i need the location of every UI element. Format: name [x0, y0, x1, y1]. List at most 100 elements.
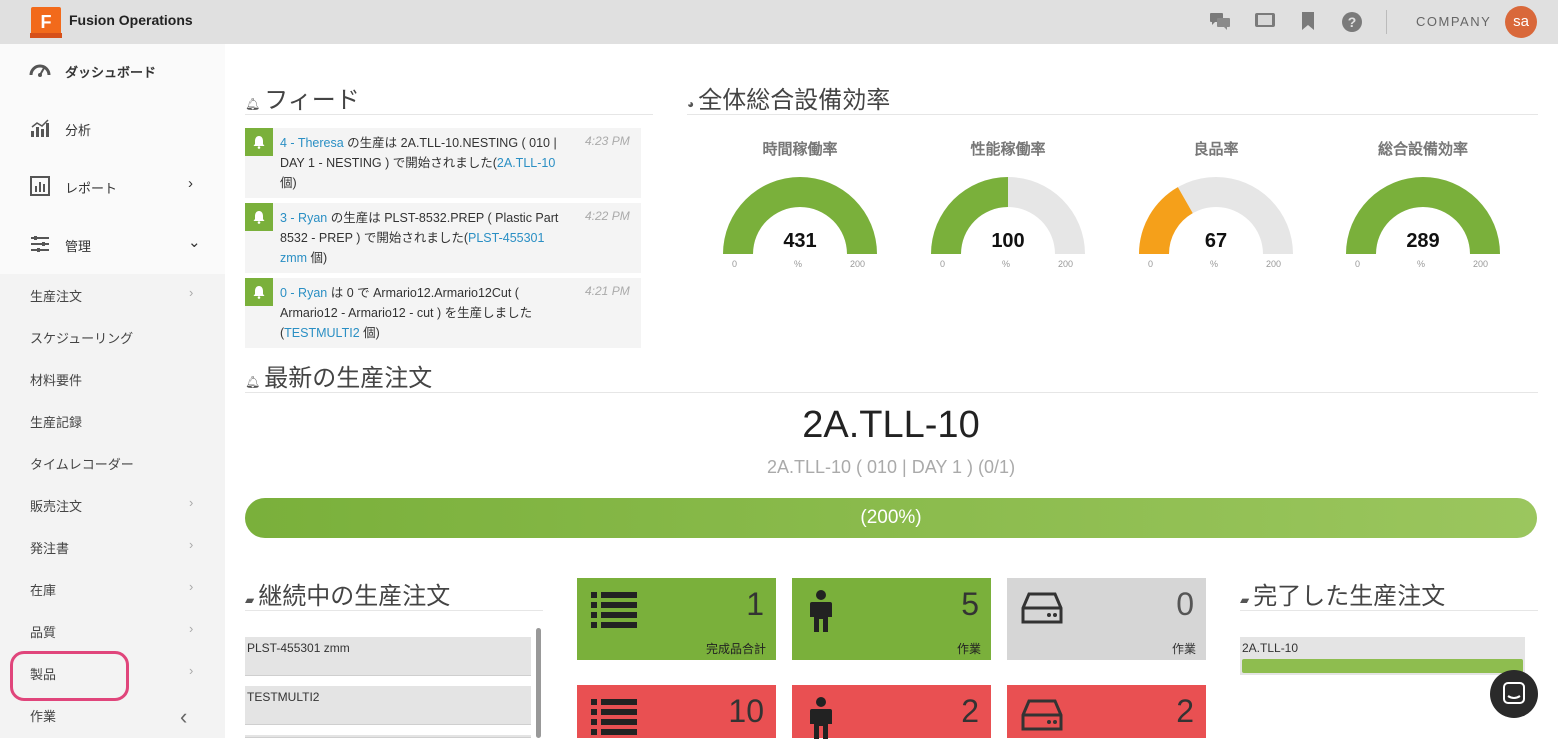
user-avatar[interactable]: sa	[1505, 6, 1537, 38]
bell-icon: 🔔︎	[245, 375, 261, 389]
gauge-label: 総合設備効率	[1377, 141, 1468, 158]
latest-order-detail: 2A.TLL-10 ( 010 | DAY 1 ) (0/1)	[766, 457, 1016, 477]
gauge-unit: %	[1417, 259, 1426, 269]
feed-time: 4:23 PM	[585, 134, 630, 148]
sidebar-item-material-requirements[interactable]: 材料要件	[0, 358, 225, 398]
gauge-min: 0	[1355, 259, 1361, 269]
bell-icon: 🔔︎	[245, 97, 261, 111]
ongoing-order-item[interactable]: TESTMULTI2	[245, 686, 531, 725]
feed-item: 4 - Theresa の生産は 2A.TLL-10.NESTING ( 010…	[245, 128, 641, 198]
oee-heading: ◕ 全体総合設備効率	[687, 87, 891, 114]
latest-order-id[interactable]: 2A.TLL-10	[245, 404, 1537, 447]
list-icon	[591, 697, 639, 742]
user-link[interactable]: 0 - Ryan	[280, 286, 327, 300]
sidebar-item-label: タイムレコーダー	[30, 457, 134, 472]
app-logo[interactable]: F	[30, 7, 62, 38]
tile-red-person[interactable]: 2	[792, 685, 991, 739]
analytics-icon	[29, 117, 51, 139]
sidebar-item-time-recorder[interactable]: タイムレコーダー	[0, 442, 225, 482]
sidebar-item-analytics[interactable]: 分析	[0, 104, 225, 154]
gauge-label: 時間稼働率	[762, 141, 838, 158]
tile-label: 作業	[1171, 642, 1196, 656]
latest-order-heading: 🔔︎ 最新の生産注文	[245, 365, 433, 392]
gauge-value: 431	[783, 230, 817, 252]
settings-sliders-icon	[29, 233, 51, 255]
tile-number: 0	[1176, 586, 1194, 622]
gauge-min: 0	[940, 259, 946, 269]
chevron-right-icon: ›	[189, 579, 194, 594]
feed-time: 4:21 PM	[585, 284, 630, 298]
tile-workstations[interactable]: 0 作業	[1007, 578, 1206, 660]
svg-text:?: ?	[1348, 14, 1357, 30]
sidebar-item-label: 分析	[65, 123, 92, 138]
gauge-unit: %	[794, 259, 803, 269]
sidebar-item-sales-orders[interactable]: 販売注文 ›	[0, 484, 225, 524]
folder-icon: ▰	[245, 593, 255, 607]
sidebar-item-label: 発注書	[30, 541, 70, 556]
app-title[interactable]: Fusion Operations	[69, 12, 193, 28]
sidebar-item-inventory[interactable]: 在庫 ›	[0, 568, 225, 608]
bookmark-icon[interactable]	[1297, 11, 1319, 33]
sidebar-item-label: 生産記録	[30, 415, 83, 430]
tile-operators[interactable]: 5 作業	[792, 578, 991, 660]
order-link[interactable]: 2A.TLL-10	[497, 156, 555, 170]
tablet-icon[interactable]	[1254, 11, 1276, 33]
chevron-right-icon: ›	[189, 495, 194, 510]
completed-progress-bar	[1242, 659, 1523, 673]
sidebar-item-label: 在庫	[30, 583, 57, 598]
gauge-unit: %	[1002, 259, 1011, 269]
gauge-max: 200	[850, 259, 866, 269]
chat-icon[interactable]	[1209, 11, 1231, 33]
sidebar: ダッシュボード 分析 レポート › 管理 ⌄ 生産注文 › スケジューリング 材料…	[0, 44, 225, 738]
feed-item: 3 - Ryan の生産は PLST-8532.PREP ( Plastic P…	[245, 203, 641, 273]
company-label[interactable]: COMPANY	[1416, 14, 1491, 29]
highlight-annotation	[10, 651, 129, 701]
chevron-right-icon: ›	[189, 537, 194, 552]
tile-finished-goods-total[interactable]: 1 完成品合計	[577, 578, 776, 660]
sidebar-item-production-records[interactable]: 生産記録	[0, 400, 225, 440]
sidebar-item-production-orders[interactable]: 生産注文 ›	[0, 274, 225, 314]
feed-item: 0 - Ryan は 0 で Armario12.Armario12Cut ( …	[245, 278, 641, 348]
sidebar-item-purchase-orders[interactable]: 発注書 ›	[0, 526, 225, 566]
user-link[interactable]: 4 - Theresa	[280, 136, 344, 150]
help-icon[interactable]: ?	[1341, 11, 1363, 33]
sidebar-item-scheduling[interactable]: スケジューリング	[0, 316, 225, 356]
feed-time: 4:22 PM	[585, 209, 630, 223]
gauge-quality: 良品率 67 0 % 200	[1136, 138, 1296, 278]
completed-order-item[interactable]: 2A.TLL-10	[1240, 637, 1525, 675]
support-chat-button[interactable]	[1490, 670, 1538, 718]
sidebar-item-admin[interactable]: 管理 ⌄	[0, 220, 225, 270]
tile-label: 作業	[956, 642, 981, 656]
chat-bubble-icon	[1503, 682, 1525, 704]
latest-order-progress: (200%)	[245, 498, 1537, 538]
sidebar-item-quality[interactable]: 品質 ›	[0, 610, 225, 650]
order-link[interactable]: TESTMULTI2	[284, 326, 359, 340]
person-icon	[806, 590, 836, 639]
topbar-divider	[1386, 10, 1387, 34]
chevron-right-icon: ›	[189, 663, 194, 678]
tile-number: 1	[746, 586, 764, 622]
sidebar-item-label: レポート	[65, 181, 118, 196]
feed-text: 0 - Ryan は 0 で Armario12.Armario12Cut ( …	[280, 286, 533, 340]
report-icon	[29, 175, 51, 197]
gauge-unit: %	[1210, 259, 1219, 269]
sidebar-item-reports[interactable]: レポート ›	[0, 162, 225, 212]
user-link[interactable]: 3 - Ryan	[280, 211, 327, 225]
gauge-min: 0	[732, 259, 738, 269]
ongoing-scrollbar[interactable]	[536, 628, 541, 738]
sidebar-item-label: 材料要件	[30, 373, 83, 388]
sidebar-item-label: 作業	[30, 709, 57, 724]
tile-red-list[interactable]: 10	[577, 685, 776, 738]
tile-number: 10	[728, 693, 764, 729]
sidebar-item-label: 管理	[65, 239, 92, 254]
divider	[687, 114, 1538, 115]
gauge-performance: 性能稼働率 100 0 % 200	[928, 138, 1088, 278]
feed-text: 4 - Theresa の生産は 2A.TLL-10.NESTING ( 010…	[280, 136, 557, 190]
tile-red-drive[interactable]: 2	[1007, 685, 1206, 738]
gauge-label: 良品率	[1193, 141, 1239, 158]
divider	[245, 610, 543, 611]
sidebar-item-label: 生産注文	[30, 289, 83, 304]
sidebar-item-dashboard[interactable]: ダッシュボード	[0, 46, 225, 96]
ongoing-order-item[interactable]: PLST-455301 zmm	[245, 637, 531, 676]
collapse-sidebar-button[interactable]: ‹	[180, 704, 187, 730]
